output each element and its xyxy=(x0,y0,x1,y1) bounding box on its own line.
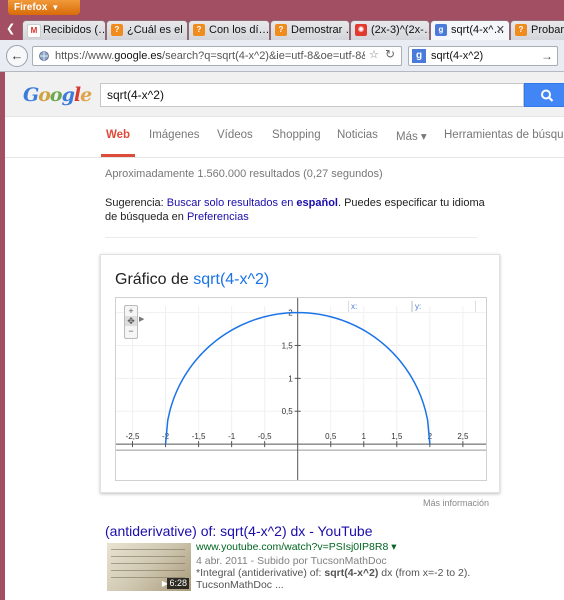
google-doodle-logo[interactable]: Google xyxy=(23,84,92,106)
tab-bar: ❮ M Recibidos (… ? ¿Cuál es el … ? Con l… xyxy=(0,18,564,40)
question-site-icon: ? xyxy=(275,24,287,36)
divider xyxy=(105,237,477,238)
preferences-link[interactable]: Preferencias xyxy=(187,211,249,223)
url-path: /search?q=sqrt(4-x^2)&ie=utf-8&oe=utf-8&… xyxy=(162,50,365,62)
gmail-icon: M xyxy=(27,24,41,38)
back-arrow-icon: ← xyxy=(10,48,24,63)
x-tick-label: -0,5 xyxy=(258,432,272,441)
expand-arrow-icon[interactable]: ▶ xyxy=(139,315,144,323)
chevron-down-icon: ▼ xyxy=(51,3,60,12)
google-search-engine-icon[interactable]: g xyxy=(412,49,426,63)
tab-question-2[interactable]: ? Con los dí… xyxy=(188,20,270,40)
tab-google-active[interactable]: g sqrt(4-x^… ✕ xyxy=(430,20,510,40)
x-readout: x: xyxy=(348,301,412,312)
tab-question-3[interactable]: ? Demostrar … xyxy=(270,20,350,40)
graph-title-prefix: Gráfico de xyxy=(115,271,194,288)
firefox-menu-button[interactable]: Firefox ▼ xyxy=(8,0,80,15)
tab-gmail[interactable]: M Recibidos (… xyxy=(22,20,106,40)
tab-more[interactable]: Más ▾ xyxy=(396,129,427,143)
active-tab-underline xyxy=(101,154,135,157)
tab-news[interactable]: Noticias xyxy=(337,129,378,141)
graph-card: Gráfico de sqrt(4-x^2) -2,5 -2 -1,5 -1 -0,5 0… xyxy=(100,254,500,493)
more-info-link[interactable]: Más información xyxy=(423,498,489,508)
tab-label: Con los dí… xyxy=(209,24,270,36)
wolfram-icon: ✺ xyxy=(355,24,367,36)
tab-shopping[interactable]: Shopping xyxy=(272,129,321,141)
suggest-prefix: Sugerencia: xyxy=(105,197,167,209)
suggest-link-text: Buscar solo resultados en xyxy=(166,197,297,209)
browser-search-text: sqrt(4-x^2) xyxy=(431,50,484,62)
y-tick-label: 0,5 xyxy=(282,407,294,416)
tab-label: Recibidos (… xyxy=(43,24,106,36)
result-url[interactable]: www.youtube.com/watch?v=PSIsj0IP8R8 ▾ xyxy=(196,541,397,553)
reload-icon[interactable]: ↻ xyxy=(385,47,395,61)
snippet-rest: dx (from x=-2 to 2). xyxy=(378,567,471,579)
function-plot[interactable]: -2,5 -2 -1,5 -1 -0,5 0,5 1 1,5 2 2,5 0,5 1 1,5 2 + ✥ … xyxy=(115,297,487,481)
y-readout: y: xyxy=(412,301,476,312)
spanish-only-link[interactable]: Buscar solo resultados en español xyxy=(167,197,338,209)
result-snippet: *Integral (antiderivative) of: sqrt(4-x^… xyxy=(196,567,556,591)
tab-question-1[interactable]: ? ¿Cuál es el … xyxy=(106,20,188,40)
x-tick-label: -2,5 xyxy=(126,432,140,441)
pan-icon[interactable]: ✥ xyxy=(125,316,137,326)
search-button[interactable] xyxy=(524,83,564,107)
url-bar[interactable]: https://www.google.es/search?q=sqrt(4-x^… xyxy=(32,46,402,66)
x-tick-label: -1,5 xyxy=(192,432,206,441)
globe-icon xyxy=(39,51,49,61)
video-thumbnail[interactable]: ▶ 6:28 xyxy=(107,543,191,591)
search-icon xyxy=(541,89,554,102)
graph-title: Gráfico de sqrt(4-x^2) xyxy=(115,271,269,289)
x-tick-label: 1 xyxy=(362,432,367,441)
zoom-out-icon[interactable]: − xyxy=(125,326,137,336)
bookmark-star-icon[interactable]: ☆ xyxy=(369,48,379,61)
zoom-control: + ✥ − xyxy=(124,305,138,339)
tab-scroll-left-icon[interactable]: ❮ xyxy=(6,21,20,37)
snippet-bold: sqrt(4-x^2) xyxy=(324,567,379,579)
close-tab-icon[interactable]: ✕ xyxy=(496,21,505,39)
url-prefix: https://www. xyxy=(55,50,115,62)
tab-label: ¿Cuál es el … xyxy=(127,24,187,36)
video-duration: 6:28 xyxy=(167,578,189,589)
suggest-link-bold: español xyxy=(296,197,338,209)
result-title-link[interactable]: (antiderivative) of: sqrt(4-x^2) dx - Yo… xyxy=(105,523,373,539)
window-titlebar: Firefox ▼ xyxy=(0,0,564,18)
url-text: https://www.google.es/search?q=sqrt(4-x^… xyxy=(55,47,365,65)
graph-function: sqrt(4-x^2) xyxy=(193,271,270,288)
google-header: Google sqrt(4-x^2) xyxy=(5,72,564,117)
search-go-arrow-icon[interactable]: → xyxy=(541,47,553,65)
tab-wolfram[interactable]: ✺ (2x-3)^(2x-… xyxy=(350,20,430,40)
result-stats: Aproximadamente 1.560.000 resultados (0,… xyxy=(105,168,383,180)
navigation-toolbar: ← https://www.google.es/search?q=sqrt(4-… xyxy=(0,40,564,72)
language-suggestion: Sugerencia: Buscar solo resultados en es… xyxy=(105,196,485,224)
y-tick-label: 1,5 xyxy=(282,341,294,350)
firefox-menu-label: Firefox xyxy=(14,2,48,13)
tab-question-4[interactable]: ? Probar q xyxy=(510,20,564,40)
question-site-icon: ? xyxy=(193,24,205,36)
x-tick-label: 2,5 xyxy=(457,432,469,441)
question-site-icon: ? xyxy=(515,24,527,36)
tab-label: Probar q xyxy=(531,24,564,36)
snippet-prefix: *Integral (antiderivative) of: xyxy=(196,567,325,579)
question-site-icon: ? xyxy=(111,24,123,36)
tab-images[interactable]: Imágenes xyxy=(149,129,200,141)
back-button[interactable]: ← xyxy=(6,45,28,67)
tab-label: Demostrar … xyxy=(291,24,350,36)
snippet-line2: TucsonMathDoc ... xyxy=(196,579,284,591)
x-tick-label: 1,5 xyxy=(391,432,403,441)
x-tick-label: -1 xyxy=(228,432,236,441)
tab-web[interactable]: Web xyxy=(106,129,130,141)
browser-search-bar[interactable]: g sqrt(4-x^2) → xyxy=(408,46,558,66)
zoom-in-icon[interactable]: + xyxy=(125,306,137,316)
y-tick-label: 1 xyxy=(288,374,293,383)
tab-search-tools[interactable]: Herramientas de búsqueda xyxy=(444,129,564,141)
tab-videos[interactable]: Vídeos xyxy=(217,129,253,141)
google-icon: g xyxy=(435,24,447,36)
plot-svg[interactable]: -2,5 -2 -1,5 -1 -0,5 0,5 1 1,5 2 2,50,511,52 xyxy=(116,298,486,480)
search-input[interactable]: sqrt(4-x^2) xyxy=(100,83,524,107)
url-domain: google.es xyxy=(114,50,163,62)
x-tick-label: 0,5 xyxy=(325,432,337,441)
tab-label: (2x-3)^(2x-… xyxy=(371,24,430,36)
search-nav-tabs: Web Imágenes Vídeos Shopping Noticias Má… xyxy=(5,117,564,158)
result-meta: 4 abr. 2011 - Subido por TucsonMathDoc xyxy=(196,555,387,567)
